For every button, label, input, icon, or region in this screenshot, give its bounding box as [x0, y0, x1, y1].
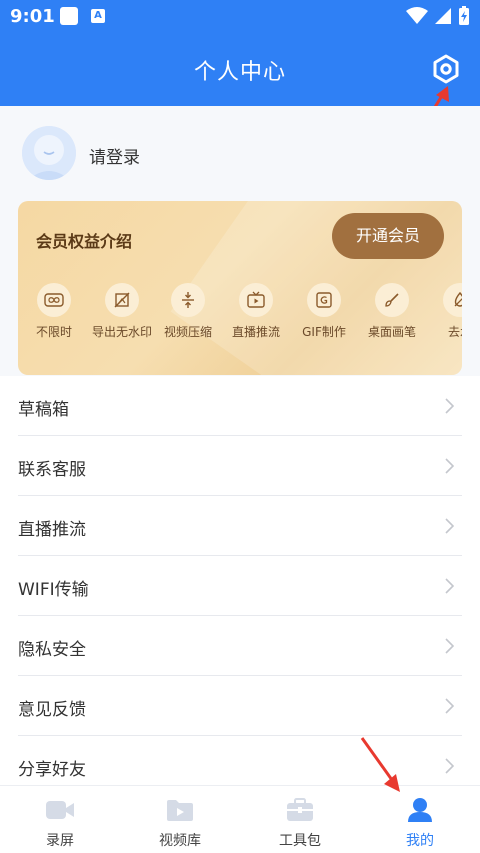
tab-video-library[interactable]: 视频库: [120, 796, 240, 850]
notification-icon: [60, 7, 78, 25]
menu-item-label: WIFI传输: [18, 580, 89, 600]
menu-item-privacy[interactable]: 隐私安全: [18, 616, 462, 676]
vip-feature-label: 去水: [447, 325, 462, 339]
vip-feature-label: 桌面画笔: [367, 325, 416, 339]
profile-section[interactable]: 请登录: [0, 106, 480, 198]
tab-toolbox[interactable]: 工具包: [240, 796, 360, 850]
settings-menu-list: 草稿箱 联系客服 直播推流 WIFI传输 隐私安全 意见反馈 分享好友: [0, 376, 480, 796]
vip-feature-item[interactable]: 去水: [424, 283, 462, 340]
menu-item-label: 直播推流: [18, 520, 86, 540]
settings-hexagon-icon: [433, 54, 459, 84]
chevron-right-icon: [445, 698, 454, 714]
vip-feature-label: 不限时: [35, 325, 72, 339]
menu-item-label: 联系客服: [18, 460, 86, 480]
tab-label: 录屏: [46, 833, 74, 849]
vip-feature-item[interactable]: 不限时: [18, 283, 90, 340]
brush-icon: [375, 283, 409, 317]
menu-item-contact-service[interactable]: 联系客服: [18, 436, 462, 496]
menu-item-feedback[interactable]: 意见反馈: [18, 676, 462, 736]
app-header: 个人中心: [0, 34, 480, 106]
wifi-icon: [406, 7, 428, 24]
vip-feature-list: 不限时 导出无水印 视频压缩 直播推流 GIF制作 桌面画笔 去: [18, 283, 462, 363]
page-title: 个人中心: [193, 60, 286, 85]
compress-icon: [171, 283, 205, 317]
vip-title: 会员权益介绍: [36, 232, 133, 251]
annotation-arrow-mine-tab: [360, 737, 400, 792]
signal-icon: [435, 8, 451, 24]
default-avatar-icon: [22, 126, 76, 180]
no-watermark-icon: [105, 283, 139, 317]
vip-feature-item[interactable]: 视频压缩: [152, 283, 224, 340]
vip-benefits-card: 会员权益介绍 开通会员 不限时 导出无水印 视频压缩 直播推流 GIF制作 桌面…: [18, 201, 462, 375]
vip-feature-item[interactable]: 导出无水印: [86, 283, 158, 340]
tab-label: 视频库: [159, 833, 201, 849]
chevron-right-icon: [445, 518, 454, 534]
vip-feature-label: 直播推流: [231, 325, 280, 339]
video-folder-icon: [120, 796, 240, 824]
chevron-right-icon: [445, 758, 454, 774]
bottom-tab-bar: 录屏 视频库 工具包 我的: [0, 785, 480, 853]
tab-label: 我的: [406, 833, 434, 849]
avatar[interactable]: [22, 126, 76, 180]
menu-item-label: 隐私安全: [18, 640, 86, 660]
chevron-right-icon: [445, 638, 454, 654]
toolbox-icon: [240, 796, 360, 824]
battery-icon: [459, 6, 469, 25]
menu-item-label: 意见反馈: [18, 700, 86, 720]
tab-label: 工具包: [279, 833, 321, 849]
menu-item-wifi-transfer[interactable]: WIFI传输: [18, 556, 462, 616]
chevron-right-icon: [445, 458, 454, 474]
video-camera-icon: [0, 796, 120, 824]
user-icon: [360, 796, 480, 824]
status-bar: 9:01 A: [0, 0, 480, 34]
remove-watermark-icon: [443, 283, 462, 317]
open-vip-button[interactable]: 开通会员: [332, 213, 444, 259]
status-time: 9:01: [10, 6, 55, 27]
a-notification-icon: A: [91, 9, 105, 23]
menu-item-drafts[interactable]: 草稿箱: [18, 376, 462, 436]
tab-mine[interactable]: 我的: [360, 796, 480, 850]
vip-feature-item[interactable]: 桌面画笔: [356, 283, 428, 340]
menu-item-label: 草稿箱: [18, 400, 69, 420]
vip-feature-label: 视频压缩: [163, 325, 212, 339]
status-icons: [406, 6, 470, 26]
chevron-right-icon: [445, 398, 454, 414]
live-tv-icon: [239, 283, 273, 317]
chevron-right-icon: [445, 578, 454, 594]
menu-item-label: 分享好友: [18, 760, 86, 780]
tab-record[interactable]: 录屏: [0, 796, 120, 850]
vip-feature-label: 导出无水印: [91, 325, 152, 339]
menu-item-live-stream[interactable]: 直播推流: [18, 496, 462, 556]
gif-icon: [307, 283, 341, 317]
vip-feature-item[interactable]: GIF制作: [288, 283, 360, 340]
vip-feature-item[interactable]: 直播推流: [220, 283, 292, 340]
login-link[interactable]: 请登录: [89, 143, 140, 168]
vip-feature-label: GIF制作: [302, 325, 346, 339]
infinity-icon: [37, 283, 71, 317]
